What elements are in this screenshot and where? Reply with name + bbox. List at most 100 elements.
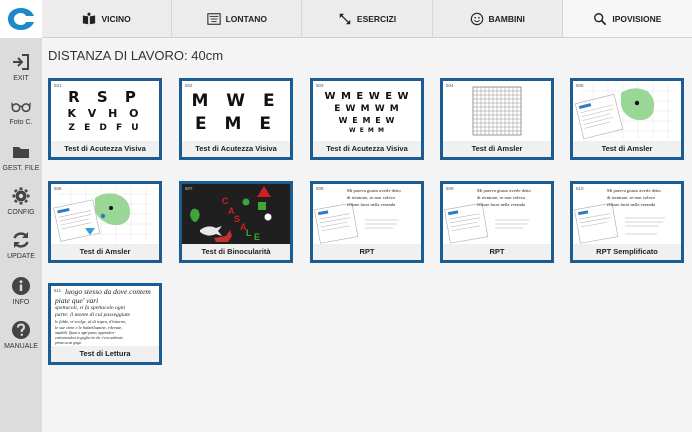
test-thumbnail: 511 luogo stesso da dove contem piate qu… <box>51 286 159 346</box>
tab-label: VICINO <box>101 13 131 24</box>
test-thumbnail: 503 W M E W E W E W M W M W E M E W W E … <box>313 81 421 141</box>
test-card-504[interactable]: 504 Test di Amsler <box>440 78 554 160</box>
chart-line: W E M M <box>349 127 385 134</box>
test-card-label: Test di Lettura <box>51 346 159 362</box>
sidebar-item-foto[interactable]: Foto C. <box>0 96 42 126</box>
reading-line: luogo stesso da dove contem <box>65 287 151 296</box>
test-number: 509 <box>446 186 454 191</box>
search-icon <box>594 12 607 25</box>
reading-line: Mi pareva giusto averle detto <box>607 188 661 193</box>
test-thumbnail: 508 Mi pareva giusto averle detto di rie… <box>313 184 421 244</box>
reading-line: restare fuori nella veranda <box>347 202 396 207</box>
reading-line: parte: il monte di cui passeggiate <box>55 312 131 318</box>
gear-icon <box>12 187 30 205</box>
test-card-label: RPT <box>443 244 551 260</box>
test-thumbnail: 501 R S P K V H O Z E D F U <box>51 81 159 141</box>
test-card-507[interactable]: 507 C A S A L E Test di Binocularità <box>179 181 293 263</box>
chart-line: K V H O <box>67 107 143 120</box>
test-card-509[interactable]: 509 Mi pareva giusto averle detto di rie… <box>440 181 554 263</box>
test-card-label: Test di Acutezza Visiva <box>51 141 159 157</box>
amsler-illustration <box>53 186 151 242</box>
test-card-502[interactable]: 502 M W E E M E Test di Acutezza Visiva <box>179 78 293 160</box>
test-card-508[interactable]: 508 Mi pareva giusto averle detto di rie… <box>310 181 424 263</box>
logo-icon <box>8 8 34 30</box>
help-icon <box>12 321 30 339</box>
sidebar-item-label: EXIT <box>13 75 29 82</box>
test-thumbnail: 507 C A S A L E <box>182 184 290 244</box>
sidebar-item-label: MANUALE <box>4 343 38 350</box>
test-card-label: Test di Amsler <box>573 141 681 157</box>
amsler-grid <box>472 86 522 136</box>
sidebar-item-label: INFO <box>12 299 30 306</box>
test-card-506[interactable]: 506 Test di Amsler <box>48 181 162 263</box>
sidebar-item-gest-file[interactable]: GEST. FILE <box>0 142 42 172</box>
chart-line: Z E D F U <box>68 123 142 133</box>
amsler-illustration <box>574 83 673 140</box>
test-card-label: Test di Acutezza Visiva <box>182 141 290 157</box>
test-card-503[interactable]: 503 W M E W E W E W M W M W E M E W W E … <box>310 78 424 160</box>
sidebar: EXIT Foto C. GEST. FILE CONFIG UPDATE IN… <box>0 38 42 432</box>
test-number: 510 <box>576 186 584 191</box>
test-thumbnail: 502 M W E E M E <box>182 81 290 141</box>
reading-line: spettacoli, vi fa spettacolo ogni <box>55 305 126 311</box>
test-card-label: Test di Amsler <box>443 141 551 157</box>
top-nav: VICINO LONTANO ESERCIZI BAMBINI IPOVISIO… <box>0 0 692 38</box>
sidebar-item-update[interactable]: UPDATE <box>0 230 42 260</box>
reading-line: restare fuori nella veranda <box>607 202 656 207</box>
test-card-label: RPT Semplificato <box>573 244 681 260</box>
test-number: 502 <box>185 83 193 88</box>
reading-line: di rientrare, se non voleva <box>607 195 655 200</box>
tab-label: IPOVISIONE <box>612 13 662 24</box>
test-card-505[interactable]: 505 Test di Amsler <box>570 78 684 160</box>
exit-icon <box>13 54 29 70</box>
arrows-diagonal-icon <box>339 13 351 24</box>
chart-line: E W M W M <box>334 104 400 114</box>
sidebar-item-label: GEST. FILE <box>2 165 40 172</box>
document-illustration <box>314 202 399 244</box>
test-card-510[interactable]: 510 Mi pareva giusto averle detto di rie… <box>570 181 684 263</box>
sidebar-item-info[interactable]: INFO <box>0 276 42 306</box>
binocular-letter: C <box>222 196 229 206</box>
test-card-label: Test di Amsler <box>51 244 159 260</box>
info-icon <box>12 277 30 295</box>
tab-label: LONTANO <box>225 13 267 24</box>
chart-line: R S P <box>68 88 142 106</box>
sidebar-item-manuale[interactable]: MANUALE <box>0 320 42 350</box>
app-window: VICINO LONTANO ESERCIZI BAMBINI IPOVISIO… <box>0 0 692 432</box>
test-card-501[interactable]: 501 R S P K V H O Z E D F U Test di Acut… <box>48 78 162 160</box>
tab-label: ESERCIZI <box>356 13 397 24</box>
chart-line: E M E <box>195 114 277 134</box>
test-number: 511 <box>54 288 62 293</box>
binocular-letter: L <box>246 228 252 238</box>
sidebar-item-label: UPDATE <box>7 253 35 260</box>
app-logo[interactable] <box>0 0 42 38</box>
sidebar-item-exit[interactable]: EXIT <box>0 52 42 82</box>
tab-vicino[interactable]: VICINO <box>42 0 173 37</box>
reading-line: le sue cime e le balzelluzzine, rilevate… <box>55 325 123 330</box>
test-number: 503 <box>316 83 324 88</box>
test-thumbnail: 510 Mi pareva giusto averle detto di rie… <box>573 184 681 244</box>
reading-line: di rientrare, se non voleva <box>477 195 525 200</box>
reading-line: piate que' vari <box>55 296 99 305</box>
book-icon <box>83 12 96 24</box>
reading-line: di rientrare, se non voleva <box>347 195 395 200</box>
tab-ipovisione[interactable]: IPOVISIONE <box>562 0 692 37</box>
glasses-icon <box>11 102 31 113</box>
sidebar-item-label: CONFIG <box>7 209 35 216</box>
test-number: 507 <box>185 186 193 191</box>
reading-line: prima su un giogo <box>55 341 82 345</box>
test-number: 508 <box>316 186 324 191</box>
document-illustration <box>444 202 529 244</box>
test-thumbnail: 504 <box>443 81 551 141</box>
tab-lontano[interactable]: LONTANO <box>172 0 303 37</box>
tab-bambini[interactable]: BAMBINI <box>432 0 563 37</box>
chart-line: W E M E W <box>338 116 396 125</box>
reading-line: restare fuori nella veranda <box>477 202 526 207</box>
test-card-511[interactable]: 511 luogo stesso da dove contem piate qu… <box>48 283 162 365</box>
page-title: DISTANZA DI LAVORO: 40cm <box>48 48 224 63</box>
test-thumbnail: 505 <box>573 81 681 141</box>
sidebar-item-config[interactable]: CONFIG <box>0 186 42 216</box>
test-number: 504 <box>446 83 454 88</box>
reading-line: mutabili. Quasi a ogni passo, apprendere <box>55 331 115 335</box>
tab-esercizi[interactable]: ESERCIZI <box>302 0 433 37</box>
